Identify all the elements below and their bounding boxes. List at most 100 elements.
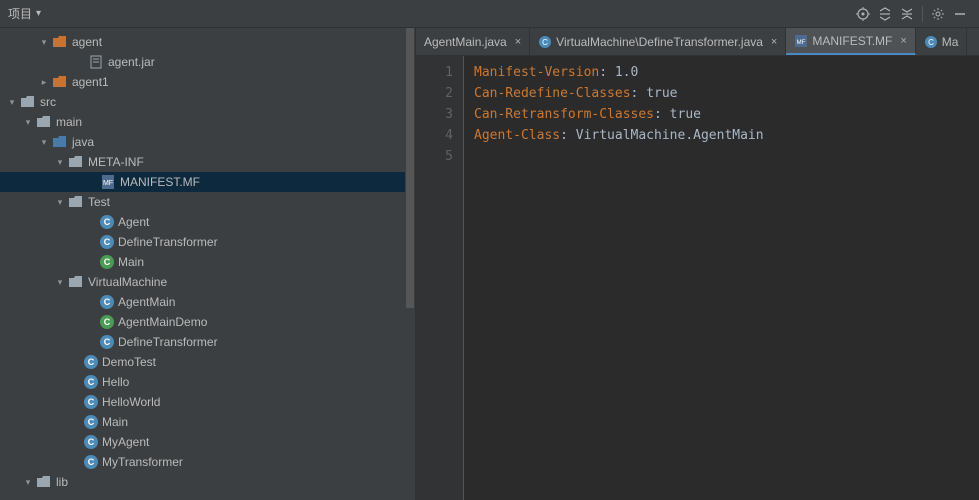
tree-class-mytransformer[interactable]: C MyTransformer [0, 452, 415, 472]
package-icon [68, 274, 84, 290]
chevron-down-icon[interactable] [52, 277, 68, 288]
manifest-key: Manifest-Version [474, 65, 599, 80]
project-dropdown-icon[interactable]: ▾ [36, 8, 41, 19]
tree-label: MyTransformer [102, 455, 183, 469]
tree-class-agentmaindemo[interactable]: C AgentMainDemo [0, 312, 415, 332]
runnable-class-icon: C [100, 255, 114, 269]
project-toolbar: 项目 ▾ [0, 0, 979, 28]
class-icon: C [100, 335, 114, 349]
project-title: 项目 [8, 5, 32, 22]
manifest-value: : true [654, 107, 701, 122]
line-number: 4 [416, 125, 453, 146]
tree-class-helloworld[interactable]: C HelloWorld [0, 392, 415, 412]
tree-class-hello[interactable]: C Hello [0, 372, 415, 392]
chevron-down-icon[interactable] [52, 157, 68, 168]
tab-partial[interactable]: C Ma [916, 28, 968, 55]
tab-agentmain[interactable]: AgentMain.java × [416, 28, 530, 55]
tree-folder-java[interactable]: java [0, 132, 415, 152]
tree-file-manifest[interactable]: MF MANIFEST.MF [0, 172, 415, 192]
jar-icon [88, 54, 104, 70]
tree-folder-agent[interactable]: agent [0, 32, 415, 52]
toolbar-divider [922, 6, 923, 22]
tree-folder-main[interactable]: main [0, 112, 415, 132]
tab-manifest[interactable]: MF MANIFEST.MF × [786, 28, 915, 55]
scrollbar-thumb[interactable] [406, 28, 414, 308]
class-icon: C [84, 455, 98, 469]
class-icon: C [100, 215, 114, 229]
tree-label: META-INF [88, 155, 144, 169]
locate-icon[interactable] [852, 3, 874, 25]
folder-icon [20, 94, 36, 110]
sidebar-scrollbar[interactable] [405, 28, 415, 500]
class-icon: C [84, 435, 98, 449]
svg-text:MF: MF [103, 180, 113, 187]
manifest-file-icon: MF [100, 174, 116, 190]
java-class-icon: C [538, 35, 552, 49]
tree-folder-src[interactable]: src [0, 92, 415, 112]
chevron-down-icon[interactable] [20, 117, 36, 128]
tree-folder-lib[interactable]: lib [0, 472, 415, 492]
tree-class-demotest[interactable]: C DemoTest [0, 352, 415, 372]
tab-label: MANIFEST.MF [812, 34, 892, 48]
manifest-key: Agent-Class [474, 128, 560, 143]
tree-label: DemoTest [102, 355, 156, 369]
chevron-right-icon[interactable] [36, 77, 52, 88]
tree-label: MyAgent [102, 435, 149, 449]
tree-class-main2[interactable]: C Main [0, 412, 415, 432]
settings-icon[interactable] [927, 3, 949, 25]
class-icon: C [100, 295, 114, 309]
package-icon [68, 194, 84, 210]
tree-label: DefineTransformer [118, 335, 218, 349]
close-icon[interactable]: × [771, 36, 777, 48]
svg-text:C: C [928, 38, 934, 47]
line-number: 2 [416, 83, 453, 104]
tree-label: Test [88, 195, 110, 209]
manifest-value: : VirtualMachine.AgentMain [560, 128, 764, 143]
chevron-down-icon[interactable] [36, 137, 52, 148]
folder-icon [36, 114, 52, 130]
editor-tabs: AgentMain.java × C VirtualMachine\Define… [416, 28, 979, 56]
package-icon [68, 154, 84, 170]
collapse-all-icon[interactable] [896, 3, 918, 25]
tree-label: lib [56, 475, 68, 489]
tree-label: Agent [118, 215, 149, 229]
close-icon[interactable]: × [515, 36, 521, 48]
expand-all-icon[interactable] [874, 3, 896, 25]
tab-label: VirtualMachine\DefineTransformer.java [556, 35, 763, 49]
chevron-down-icon[interactable] [52, 197, 68, 208]
tree-class-myagent[interactable]: C MyAgent [0, 432, 415, 452]
tree-package-virtualmachine[interactable]: VirtualMachine [0, 272, 415, 292]
tree-package-test[interactable]: Test [0, 192, 415, 212]
tree-class-agent[interactable]: C Agent [0, 212, 415, 232]
folder-icon [52, 74, 68, 90]
tree-label: agent [72, 35, 102, 49]
tree-label: Main [118, 255, 144, 269]
runnable-class-icon: C [100, 315, 114, 329]
tab-label: Ma [942, 35, 959, 49]
code-area[interactable]: Manifest-Version: 1.0 Can-Redefine-Class… [464, 56, 979, 500]
tree-label: MANIFEST.MF [120, 175, 200, 189]
project-tree: agent agent.jar agent1 src main [0, 28, 415, 492]
source-folder-icon [52, 134, 68, 150]
manifest-file-icon: MF [794, 34, 808, 48]
java-class-icon: C [924, 35, 938, 49]
class-icon: C [84, 415, 98, 429]
tree-label: HelloWorld [102, 395, 160, 409]
tree-file-agent-jar[interactable]: agent.jar [0, 52, 415, 72]
tab-definetransformer[interactable]: C VirtualMachine\DefineTransformer.java … [530, 28, 786, 55]
svg-text:C: C [542, 38, 548, 47]
chevron-down-icon[interactable] [4, 97, 20, 108]
tree-class-definetransformer2[interactable]: C DefineTransformer [0, 332, 415, 352]
tree-label: AgentMain [118, 295, 175, 309]
tree-folder-metainf[interactable]: META-INF [0, 152, 415, 172]
close-icon[interactable]: × [900, 35, 906, 47]
main-area: agent agent.jar agent1 src main [0, 28, 979, 500]
chevron-down-icon[interactable] [20, 477, 36, 488]
hide-icon[interactable] [949, 3, 971, 25]
tree-class-agentmain[interactable]: C AgentMain [0, 292, 415, 312]
tree-class-main[interactable]: C Main [0, 252, 415, 272]
tree-folder-agent1[interactable]: agent1 [0, 72, 415, 92]
tree-class-definetransformer[interactable]: C DefineTransformer [0, 232, 415, 252]
class-icon: C [100, 235, 114, 249]
chevron-down-icon[interactable] [36, 37, 52, 48]
